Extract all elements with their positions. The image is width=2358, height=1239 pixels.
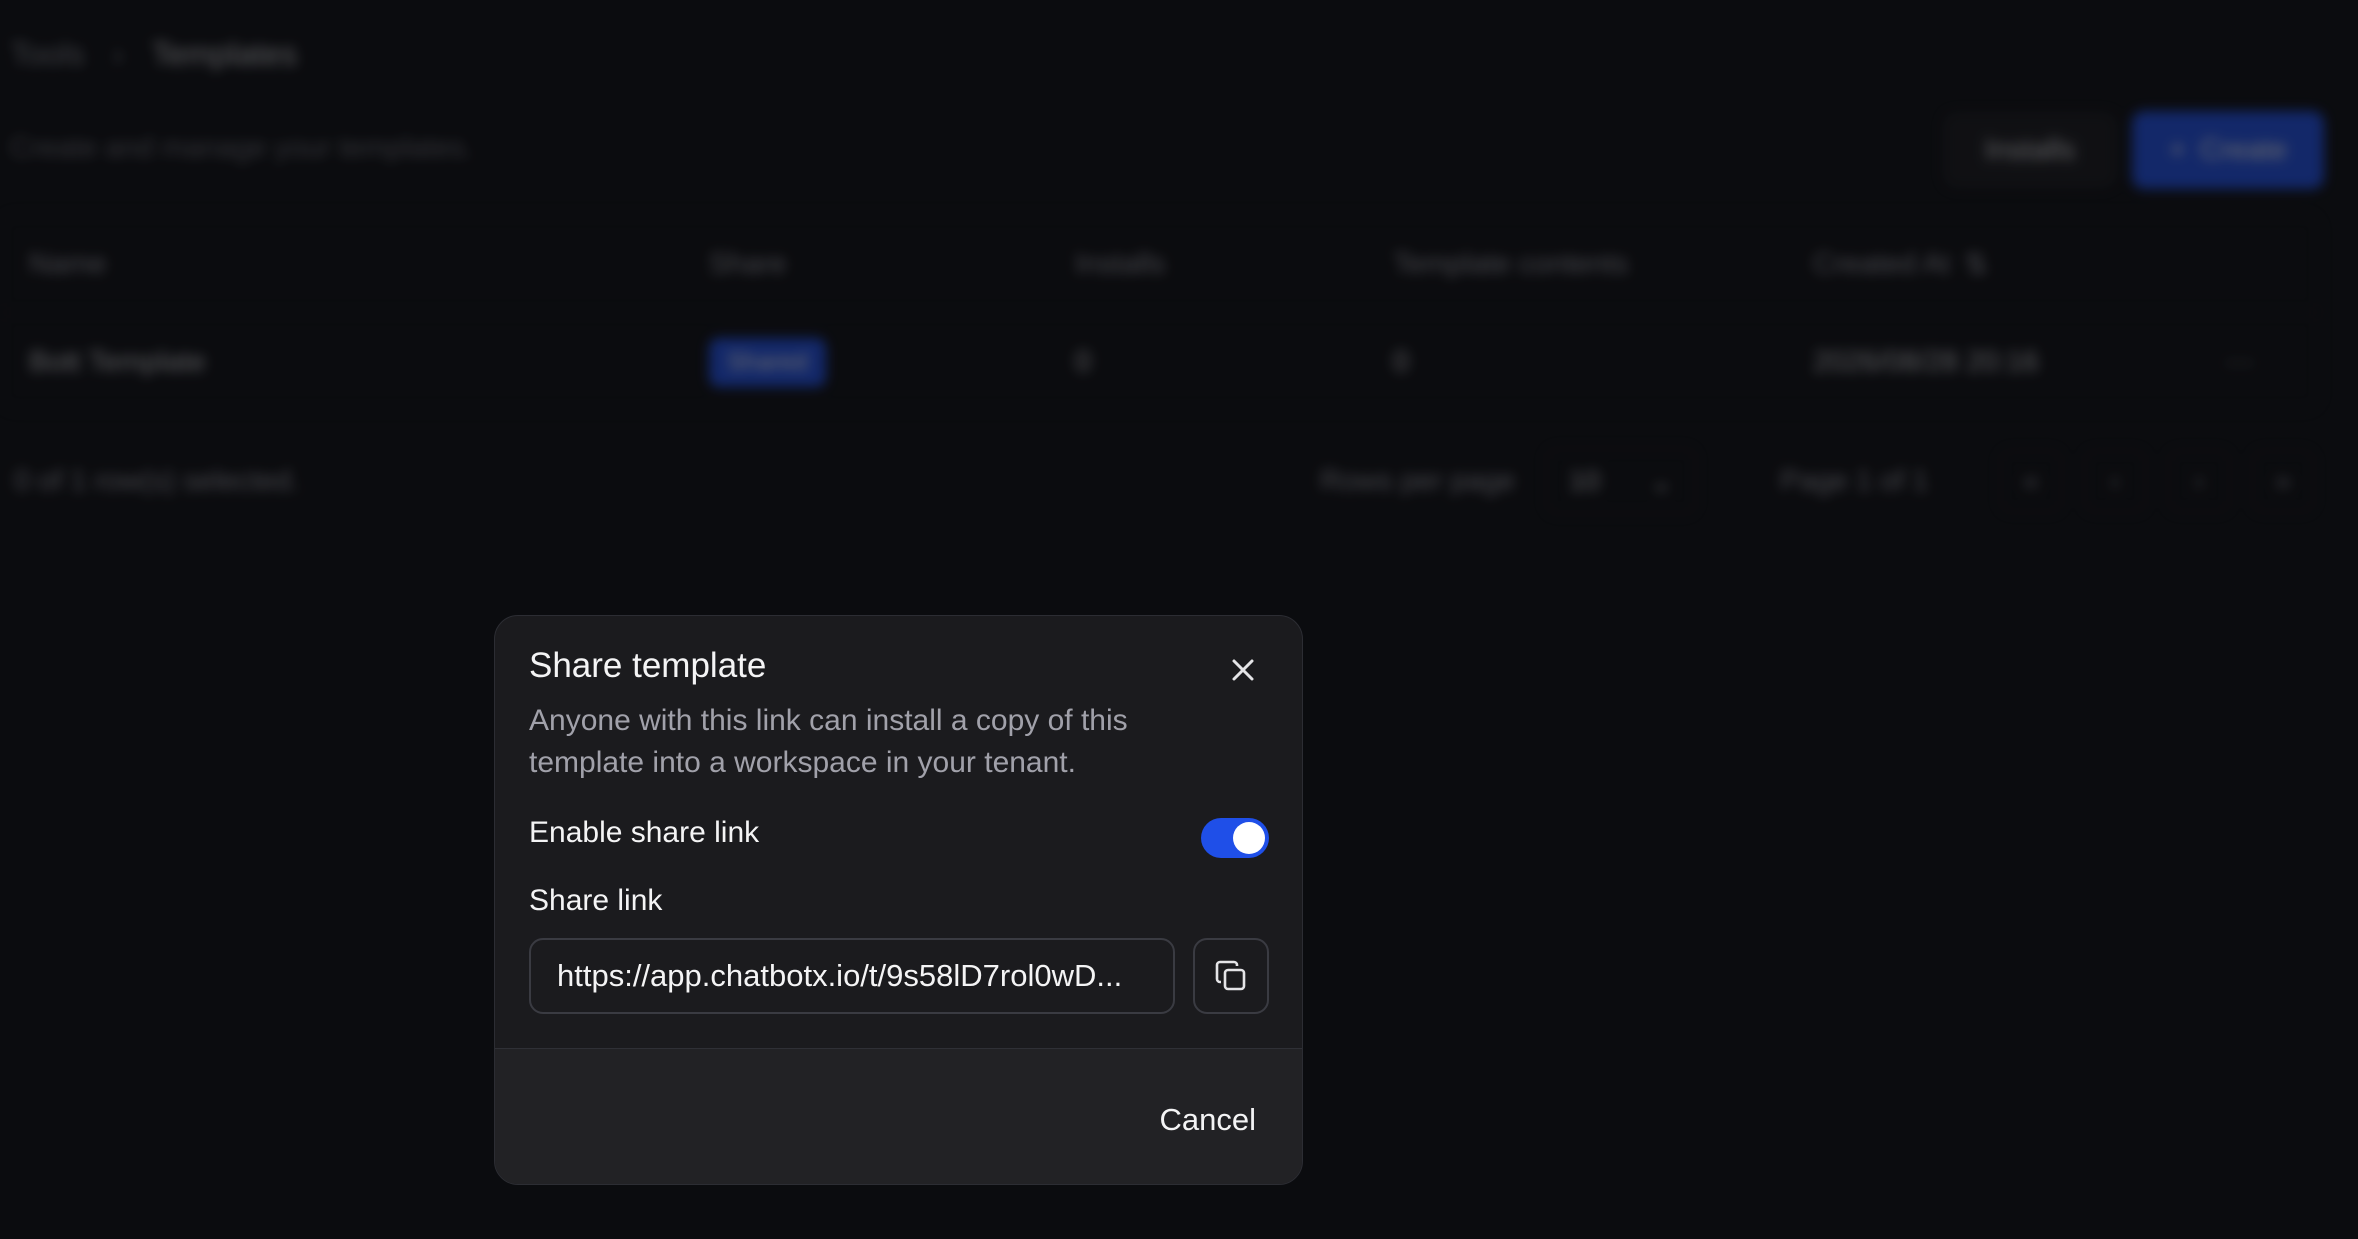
dialog-description: Anyone with this link can install a copy…	[529, 704, 1128, 779]
copy-link-button[interactable]	[1193, 938, 1269, 1014]
toggle-knob	[1233, 822, 1265, 854]
enable-share-link-toggle[interactable]	[1201, 818, 1269, 858]
copy-icon	[1215, 960, 1246, 991]
share-link-field[interactable]: https://app.chatbotx.io/t/9s58lD7rol0wD.…	[529, 938, 1175, 1014]
cancel-button[interactable]: Cancel	[1150, 1095, 1267, 1145]
close-button[interactable]	[1225, 652, 1261, 688]
close-icon	[1232, 659, 1254, 681]
dialog-footer: Cancel	[495, 1048, 1302, 1184]
share-template-dialog: Share template Anyone with this link can…	[494, 615, 1303, 1185]
enable-share-link-label: Enable share link	[529, 816, 760, 849]
dialog-title: Share template	[529, 646, 767, 685]
share-link-value: https://app.chatbotx.io/t/9s58lD7rol0wD.…	[557, 958, 1123, 993]
share-link-label: Share link	[529, 884, 663, 917]
